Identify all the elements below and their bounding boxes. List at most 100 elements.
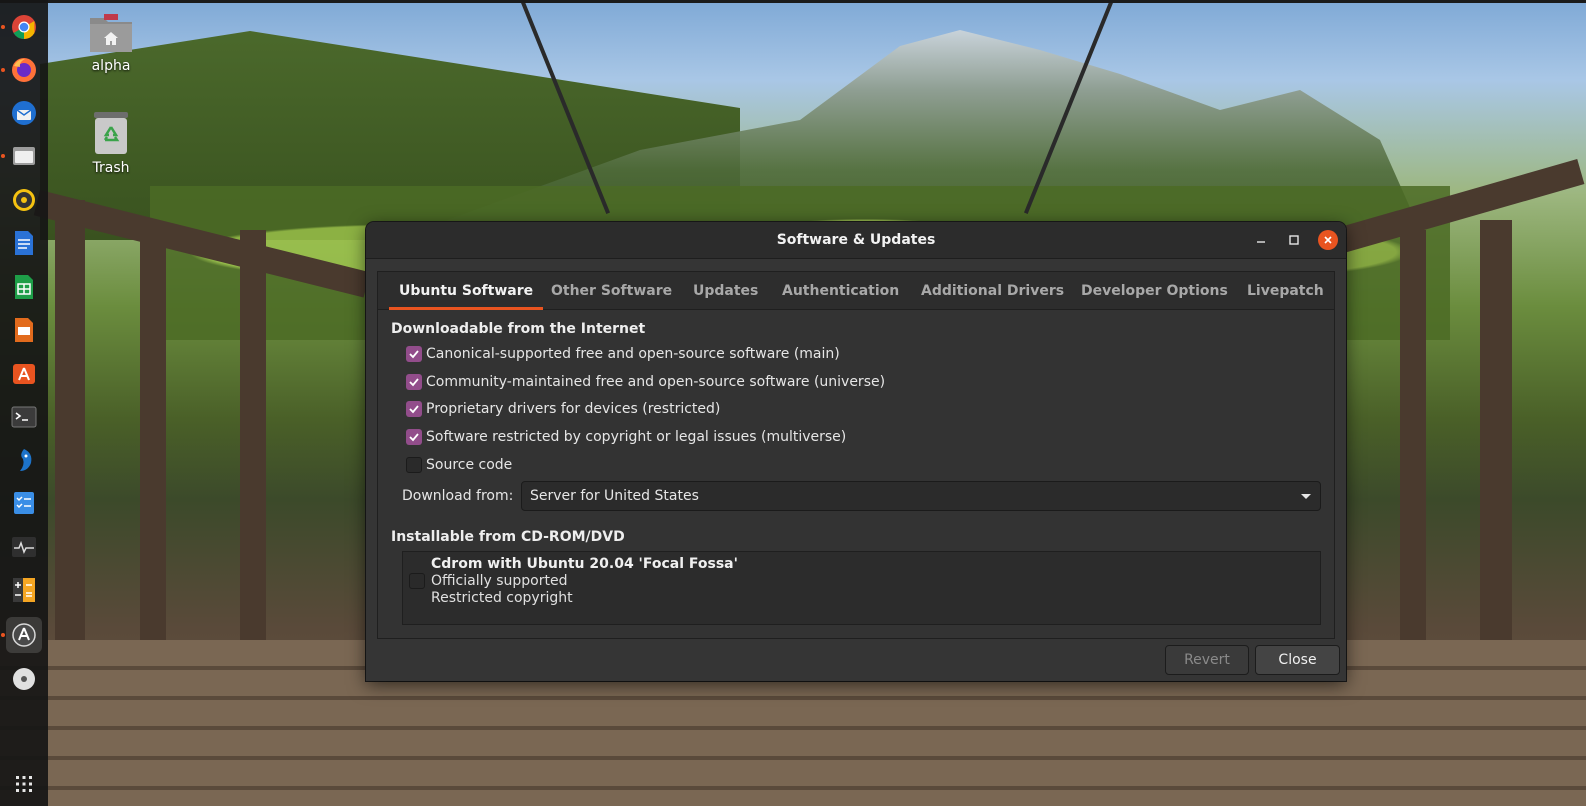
dock-item-disc[interactable] bbox=[6, 661, 42, 697]
dock-item-writer[interactable] bbox=[6, 225, 42, 261]
option-multiverse[interactable]: Software restricted by copyright or lega… bbox=[406, 427, 846, 447]
cdrom-entry-line: Restricted copyright bbox=[431, 590, 573, 606]
dock-item-files[interactable] bbox=[6, 138, 42, 174]
minimize-icon bbox=[1257, 241, 1265, 243]
home-folder-icon bbox=[90, 14, 132, 52]
dock-item-calculator[interactable] bbox=[6, 572, 42, 608]
wallpaper-beam bbox=[240, 230, 266, 710]
desktop-icon-label: Trash bbox=[92, 160, 130, 176]
trash-icon bbox=[94, 112, 128, 154]
dock bbox=[0, 0, 48, 806]
app-grid-icon bbox=[16, 776, 32, 792]
close-button[interactable]: Close bbox=[1255, 645, 1340, 675]
terminal-icon bbox=[11, 406, 37, 428]
desktop-icon-trash[interactable]: Trash bbox=[71, 110, 151, 176]
window-titlebar[interactable]: Software & Updates bbox=[366, 222, 1346, 259]
cdrom-entry-line: Officially supported bbox=[431, 573, 568, 589]
tab-updates[interactable]: Updates bbox=[683, 272, 768, 309]
tab-additional-drivers[interactable]: Additional Drivers bbox=[911, 272, 1074, 309]
calculator-icon bbox=[13, 578, 35, 602]
files-icon bbox=[13, 147, 35, 165]
option-label: Canonical-supported free and open-source… bbox=[426, 346, 840, 362]
tab-other-software[interactable]: Other Software bbox=[541, 272, 682, 309]
wallpaper-beam bbox=[1400, 230, 1426, 710]
rhythmbox-icon bbox=[13, 189, 35, 211]
checkbox-checked[interactable] bbox=[406, 374, 422, 390]
checkmark-icon bbox=[409, 378, 419, 387]
download-from-label: Download from: bbox=[402, 488, 514, 504]
dock-item-chrome[interactable] bbox=[6, 9, 42, 45]
checkbox-checked[interactable] bbox=[406, 346, 422, 362]
desktop-icon-home[interactable]: alpha bbox=[71, 10, 151, 74]
dock-item-system-monitor[interactable] bbox=[6, 529, 42, 565]
maximize-icon bbox=[1289, 235, 1299, 245]
tasks-icon bbox=[14, 492, 34, 514]
running-indicator bbox=[1, 154, 5, 158]
disc-icon bbox=[13, 668, 35, 690]
option-label: Community-maintained free and open-sourc… bbox=[426, 374, 886, 390]
show-applications-button[interactable] bbox=[6, 766, 42, 802]
internet-section-title: Downloadable from the Internet bbox=[391, 321, 646, 337]
dock-item-software-updates[interactable] bbox=[6, 617, 42, 653]
option-universe[interactable]: Community-maintained free and open-sourc… bbox=[406, 372, 885, 392]
tab-notebook: Ubuntu Software Other Software Updates A… bbox=[377, 271, 1335, 639]
cdrom-list: Cdrom with Ubuntu 20.04 'Focal Fossa' Of… bbox=[402, 551, 1321, 625]
dock-item-rhythmbox[interactable] bbox=[6, 182, 42, 218]
dock-item-firefox[interactable] bbox=[6, 52, 42, 88]
desktop-icon-label: alpha bbox=[91, 58, 131, 74]
option-main[interactable]: Canonical-supported free and open-source… bbox=[406, 344, 840, 364]
dock-item-ubuntu-software[interactable] bbox=[6, 355, 42, 391]
download-server-value: Server for United States bbox=[530, 488, 699, 504]
tab-livepatch[interactable]: Livepatch bbox=[1237, 272, 1334, 309]
firefox-icon bbox=[12, 58, 36, 82]
dock-item-thunderbird[interactable] bbox=[6, 95, 42, 131]
checkmark-icon bbox=[409, 405, 419, 414]
app-icon bbox=[20, 449, 32, 471]
revert-button[interactable]: Revert bbox=[1165, 645, 1249, 675]
option-restricted[interactable]: Proprietary drivers for devices (restric… bbox=[406, 399, 720, 419]
running-indicator bbox=[1, 633, 5, 637]
ubuntu-software-icon bbox=[13, 364, 35, 384]
software-updates-window: Software & Updates Ubuntu Software Other… bbox=[366, 222, 1346, 681]
dock-item-app[interactable] bbox=[6, 442, 42, 478]
libreoffice-impress-icon bbox=[15, 318, 33, 342]
option-label: Proprietary drivers for devices (restric… bbox=[426, 401, 721, 417]
running-indicator bbox=[1, 25, 5, 29]
chrome-icon bbox=[12, 15, 36, 39]
window-close-button[interactable] bbox=[1318, 230, 1338, 250]
wallpaper-beam bbox=[140, 230, 166, 710]
libreoffice-calc-icon bbox=[15, 275, 33, 299]
window-title: Software & Updates bbox=[776, 232, 936, 248]
dropdown-arrow-icon bbox=[1301, 494, 1311, 499]
option-label: Source code bbox=[426, 457, 513, 473]
checkbox-checked[interactable] bbox=[406, 401, 422, 417]
close-icon bbox=[1324, 236, 1332, 244]
tab-ubuntu-software[interactable]: Ubuntu Software bbox=[389, 272, 544, 310]
cdrom-entry-title: Cdrom with Ubuntu 20.04 'Focal Fossa' bbox=[431, 556, 738, 572]
running-indicator bbox=[1, 68, 5, 72]
maximize-button[interactable] bbox=[1284, 230, 1304, 250]
cdrom-entry[interactable]: Cdrom with Ubuntu 20.04 'Focal Fossa' Of… bbox=[431, 556, 738, 607]
dock-item-calc[interactable] bbox=[6, 269, 42, 305]
option-label: Software restricted by copyright or lega… bbox=[426, 429, 847, 445]
thunderbird-icon bbox=[12, 101, 36, 125]
cdrom-checkbox[interactable] bbox=[409, 573, 425, 589]
download-server-dropdown[interactable]: Server for United States bbox=[521, 481, 1321, 511]
option-source-code[interactable]: Source code bbox=[406, 455, 512, 475]
checkbox-checked[interactable] bbox=[406, 429, 422, 445]
checkbox-unchecked[interactable] bbox=[406, 457, 422, 473]
tab-developer-options[interactable]: Developer Options bbox=[1071, 272, 1238, 309]
libreoffice-writer-icon bbox=[15, 231, 33, 255]
checkmark-icon bbox=[409, 350, 419, 359]
top-bar bbox=[0, 0, 1586, 3]
tab-authentication[interactable]: Authentication bbox=[772, 272, 909, 309]
dock-item-impress[interactable] bbox=[6, 312, 42, 348]
dock-item-terminal[interactable] bbox=[6, 399, 42, 435]
system-monitor-icon bbox=[12, 537, 36, 557]
download-from-row: Download from: bbox=[402, 481, 521, 511]
tab-bar: Ubuntu Software Other Software Updates A… bbox=[378, 272, 1334, 310]
cdrom-section-title: Installable from CD-ROM/DVD bbox=[391, 529, 625, 545]
minimize-button[interactable] bbox=[1251, 230, 1271, 250]
dock-item-tasks[interactable] bbox=[6, 485, 42, 521]
software-updates-icon bbox=[12, 623, 36, 647]
